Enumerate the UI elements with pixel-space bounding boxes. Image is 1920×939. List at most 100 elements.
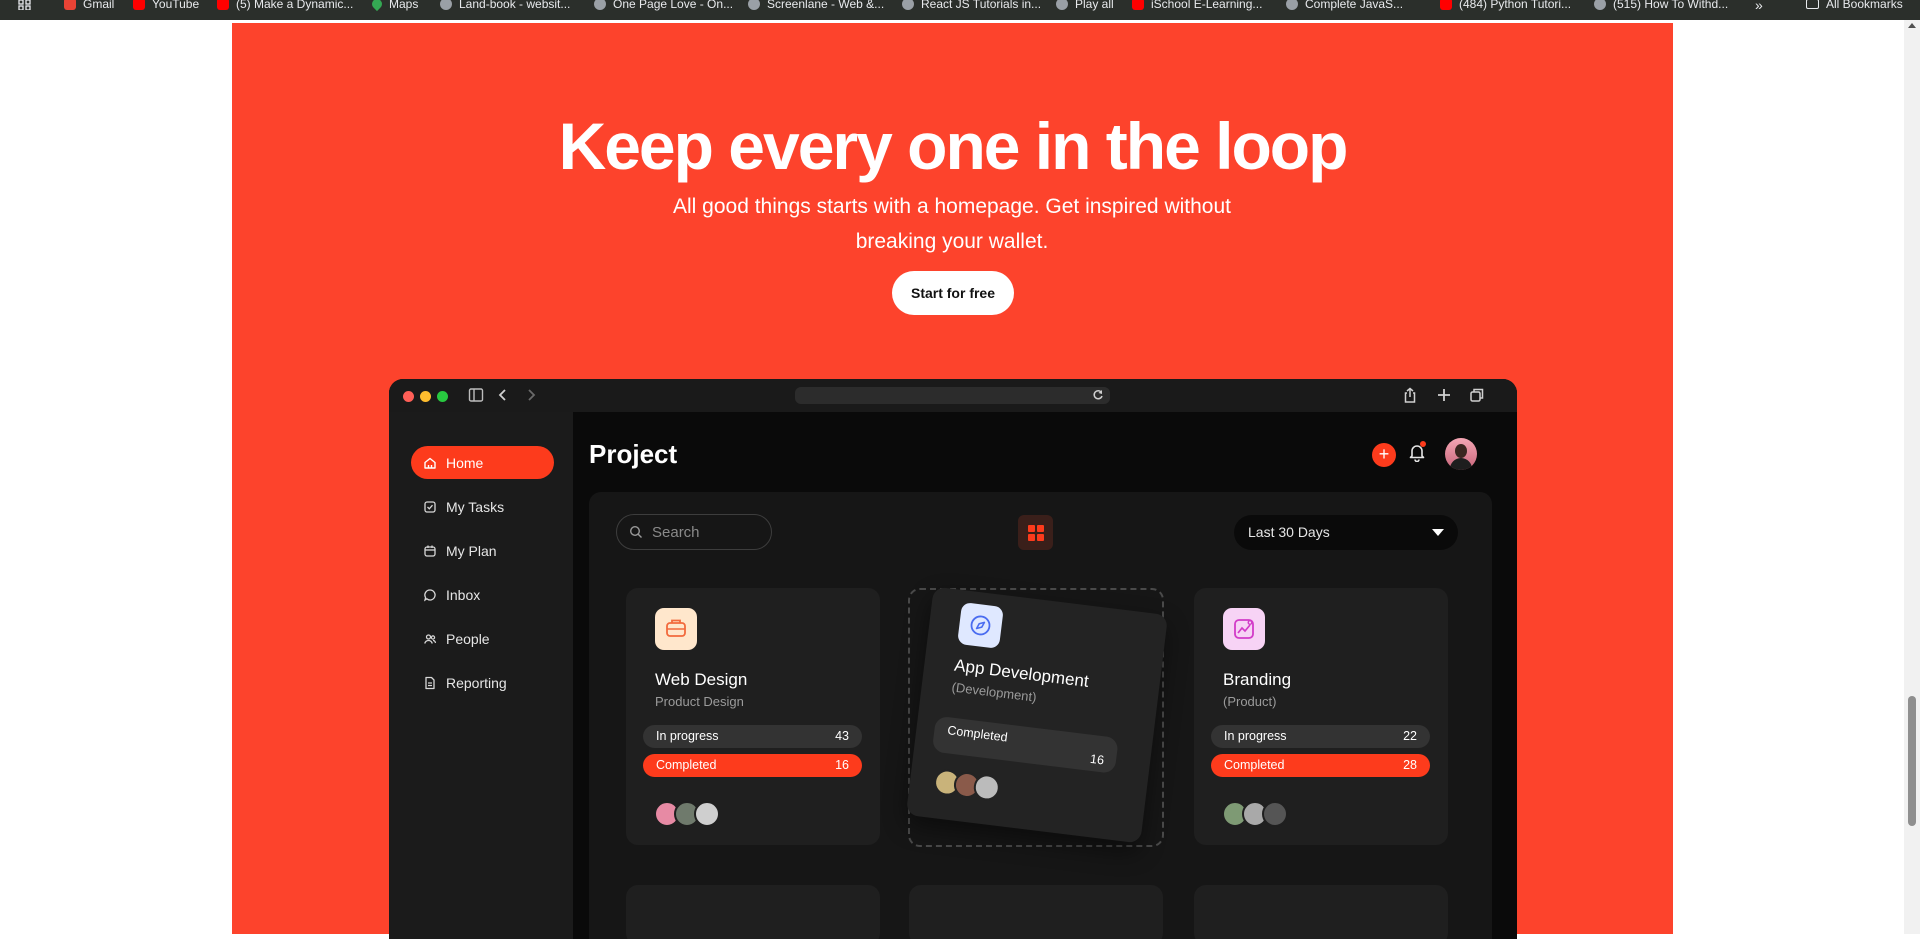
nav-item-people[interactable]: People	[411, 622, 554, 655]
bookmarks-bar: Gmail YouTube (5) Make a Dynamic... Maps…	[0, 0, 1920, 20]
nav-item-inbox[interactable]: Inbox	[411, 578, 554, 611]
window-titlebar	[389, 379, 1517, 412]
globe-icon	[748, 0, 760, 10]
bookmark-land-book[interactable]: Land-book - websit...	[440, 0, 570, 11]
youtube-icon	[1132, 0, 1144, 10]
globe-icon	[594, 0, 606, 10]
page-title: Project	[589, 439, 678, 469]
date-range-select[interactable]: Last 30 Days	[1234, 515, 1458, 550]
card-subtitle: Product Design	[655, 694, 744, 709]
chevron-down-icon	[1432, 529, 1444, 536]
bookmark-make-dynamic[interactable]: (5) Make a Dynamic...	[217, 0, 353, 11]
compass-icon	[957, 602, 1004, 649]
home-icon	[423, 456, 437, 470]
briefcase-icon	[655, 608, 697, 650]
completed-bar: Completed 28	[1211, 754, 1430, 777]
chart-icon	[1223, 608, 1265, 650]
search-placeholder: Search	[652, 523, 700, 541]
globe-icon	[440, 0, 452, 10]
globe-icon	[1056, 0, 1068, 10]
nav-item-home[interactable]: Home	[411, 446, 554, 479]
bookmark-gmail[interactable]: Gmail	[64, 0, 114, 11]
completed-bar: Completed 16	[931, 715, 1119, 774]
maps-icon	[369, 0, 385, 12]
scrollbar-thumb[interactable]	[1908, 696, 1916, 826]
avatar	[1262, 801, 1288, 827]
chat-icon	[423, 588, 437, 602]
page: Keep every one in the loop All good thin…	[0, 20, 1904, 939]
bookmark-react-js[interactable]: React JS Tutorials in...	[902, 0, 1041, 11]
search-input[interactable]: Search	[616, 514, 772, 550]
member-avatars	[654, 801, 720, 827]
add-project-button[interactable]: +	[1372, 443, 1396, 467]
project-card-stub[interactable]	[626, 885, 880, 939]
member-avatars	[1222, 801, 1288, 827]
new-tab-plus-icon[interactable]	[1436, 387, 1452, 403]
bookmark-play-all[interactable]: Play all	[1056, 0, 1114, 11]
scroll-up-arrow-icon[interactable]	[1908, 23, 1916, 28]
hero-title: Keep every one in the loop	[558, 109, 1349, 183]
bookmark-maps[interactable]: Maps	[369, 0, 418, 12]
notification-badge	[1420, 441, 1426, 447]
tab-overview-icon[interactable]	[1469, 387, 1485, 403]
all-bookmarks-button[interactable]: All Bookmarks	[1806, 0, 1903, 11]
project-card-stub[interactable]	[909, 885, 1163, 939]
project-card-web-design[interactable]: Web Design Product Design In progress 43 …	[626, 588, 880, 845]
projects-panel: Search Last 30 Days Web Design Product D…	[589, 492, 1492, 939]
search-icon	[629, 525, 643, 539]
maximize-window-dot[interactable]	[437, 391, 448, 402]
calendar-icon	[423, 544, 437, 558]
bookmark-one-page-love[interactable]: One Page Love - On...	[594, 0, 733, 11]
nav-item-my-plan[interactable]: My Plan	[411, 534, 554, 567]
bookmarks-overflow-button[interactable]: »	[1755, 0, 1763, 13]
report-icon	[423, 676, 437, 690]
bookmark-ischool[interactable]: iSchool E-Learning...	[1132, 0, 1262, 11]
app-sidebar: Home My Tasks My Plan Inbox People Repor…	[389, 412, 573, 939]
globe-icon	[1594, 0, 1606, 10]
bookmark-youtube[interactable]: YouTube	[133, 0, 199, 11]
sidebar-toggle-icon[interactable]	[468, 387, 484, 403]
people-icon	[423, 632, 437, 646]
globe-icon	[902, 0, 914, 10]
close-window-dot[interactable]	[403, 391, 414, 402]
back-arrow-icon[interactable]	[497, 387, 509, 403]
gmail-icon	[64, 0, 76, 10]
grid-view-button[interactable]	[1018, 515, 1053, 550]
forward-arrow-icon[interactable]	[525, 387, 537, 403]
app-window-mockup: Home My Tasks My Plan Inbox People Repor…	[389, 379, 1517, 939]
apps-grid-icon[interactable]	[18, 0, 32, 10]
card-title: Branding	[1223, 670, 1292, 689]
avatar	[694, 801, 720, 827]
card-title: Web Design	[655, 670, 748, 689]
project-card-branding[interactable]: Branding (Product) In progress 22 Complet…	[1194, 588, 1448, 845]
completed-bar: Completed 16	[643, 754, 862, 777]
youtube-icon	[133, 0, 145, 10]
user-avatar[interactable]	[1445, 438, 1477, 470]
nav-item-reporting[interactable]: Reporting	[411, 666, 554, 699]
page-scrollbar[interactable]	[1904, 20, 1920, 934]
hero-subtitle: All good things starts with a homepage. …	[673, 195, 1231, 253]
youtube-icon	[1440, 0, 1452, 10]
project-card-stub[interactable]	[1194, 885, 1448, 939]
in-progress-bar: In progress 22	[1211, 725, 1430, 748]
bookmark-how-to-withdraw[interactable]: (515) How To Withd...	[1594, 0, 1728, 11]
reload-icon[interactable]	[1092, 389, 1104, 401]
in-progress-bar: In progress 43	[643, 725, 862, 748]
folder-icon	[1806, 0, 1819, 9]
minimize-window-dot[interactable]	[420, 391, 431, 402]
share-icon[interactable]	[1402, 387, 1418, 404]
avatar	[972, 772, 1002, 802]
start-for-free-button[interactable]: Start for free	[892, 271, 1014, 315]
bookmark-python-tutorial[interactable]: (484) Python Tutori...	[1440, 0, 1571, 11]
globe-icon	[1286, 0, 1298, 10]
check-square-icon	[423, 500, 437, 514]
member-avatars	[932, 768, 1002, 802]
card-subtitle: (Product)	[1223, 694, 1277, 709]
nav-item-my-tasks[interactable]: My Tasks	[411, 490, 554, 523]
bookmark-screenlane[interactable]: Screenlane - Web &...	[748, 0, 884, 11]
hero-section: Keep every one in the loop All good thin…	[232, 23, 1673, 939]
bookmark-complete-java[interactable]: Complete JavaS...	[1286, 0, 1403, 11]
project-card-app-development[interactable]: App Development (Development) Completed 1…	[905, 586, 1169, 844]
address-bar[interactable]	[795, 387, 1110, 404]
youtube-icon	[217, 0, 229, 10]
